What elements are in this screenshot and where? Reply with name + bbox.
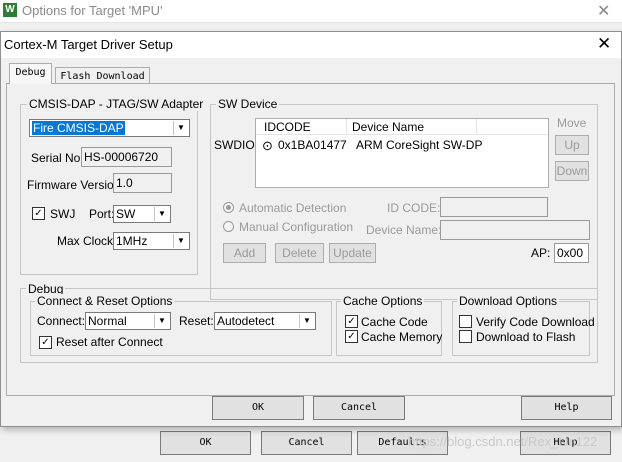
device-list-header: IDCODE Device Name (256, 119, 548, 135)
watermark: https://blog.csdn.net/Rex_Lin122 (408, 434, 598, 449)
move-down-button[interactable]: Down (555, 161, 589, 181)
move-up-button[interactable]: Up (555, 135, 589, 155)
column-header-idcode[interactable]: IDCODE (264, 119, 347, 134)
parent-title-bar: W Options for Target 'MPU' ✕ (0, 0, 622, 23)
connect-label: Connect: (37, 314, 86, 328)
verify-download-label: Verify Code Download (476, 315, 595, 329)
move-label: Move (557, 116, 587, 130)
ap-field[interactable]: 0x00 (554, 243, 589, 263)
id-code-label: ID CODE: (387, 201, 441, 215)
help-button[interactable]: Help (521, 396, 612, 420)
device-list[interactable]: IDCODE Device Name ⊙ 0x1BA01477 ARM Core… (255, 118, 549, 188)
ok-button[interactable]: OK (212, 396, 304, 420)
chevron-down-icon: ▼ (173, 121, 188, 135)
reset-label: Reset: (179, 314, 214, 328)
ap-value: 0x00 (557, 246, 584, 260)
dialog-close-icon[interactable]: ✕ (597, 34, 611, 54)
serial-value: HS-00006720 (84, 150, 159, 164)
chevron-down-icon: ▼ (154, 314, 169, 328)
delete-button[interactable]: Delete (275, 243, 324, 263)
swj-label: SWJ (50, 207, 76, 221)
port-value: SW (116, 207, 136, 221)
parent-button-bar: OK Cancel Defaults Help https://blog.csd… (0, 428, 622, 462)
maxclock-value: 1MHz (116, 234, 148, 248)
verify-download-checkbox[interactable] (459, 315, 472, 328)
column-device-name-label: Device Name (352, 120, 425, 134)
adapter-group-label: CMSIS-DAP - JTAG/SW Adapter (27, 97, 206, 111)
firmware-value: 1.0 (116, 176, 133, 190)
connect-select[interactable]: Normal ▼ (85, 312, 171, 330)
debug-tab-panel: CMSIS-DAP - JTAG/SW Adapter Fire CMSIS-D… (6, 83, 615, 396)
manual-config-label: Manual Configuration (239, 220, 354, 234)
parent-close-icon[interactable]: ✕ (597, 1, 610, 21)
ap-label: AP: (531, 246, 551, 260)
table-row[interactable]: ⊙ 0x1BA01477 ARM CoreSight SW-DP (258, 138, 546, 153)
cancel-button[interactable]: Cancel (313, 396, 405, 420)
reset-select[interactable]: Autodetect ▼ (214, 312, 316, 330)
device-name-label: Device Name: (366, 223, 442, 237)
cache-options-label: Cache Options (341, 294, 425, 308)
chevron-down-icon: ▼ (299, 314, 314, 328)
reset-after-connect-label: Reset after Connect (56, 335, 163, 349)
parent-ok-button[interactable]: OK (160, 431, 251, 455)
download-options-label: Download Options (457, 294, 560, 308)
reset-value: Autodetect (217, 314, 275, 328)
row-device-name: ARM CoreSight SW-DP (356, 138, 483, 152)
sw-device-group-label: SW Device (216, 97, 280, 111)
auto-detection-label: Automatic Detection (239, 201, 347, 215)
adapter-selected-value: Fire CMSIS-DAP (32, 121, 125, 135)
row-idcode: 0x1BA01477 (278, 138, 347, 152)
connect-value: Normal (88, 314, 127, 328)
firmware-field: 1.0 (113, 173, 172, 193)
serial-label: Serial No: (31, 151, 84, 165)
adapter-select[interactable]: Fire CMSIS-DAP ▼ (29, 119, 190, 137)
port-label: Port: (89, 207, 115, 221)
add-button[interactable]: Add (223, 243, 266, 263)
selected-row-icon: ⊙ (262, 138, 273, 153)
maxclock-label: Max Clock: (57, 234, 117, 248)
cache-memory-label: Cache Memory (361, 330, 443, 344)
device-name-field[interactable] (440, 220, 590, 240)
chevron-down-icon: ▼ (154, 207, 169, 221)
parent-cancel-button[interactable]: Cancel (261, 431, 352, 455)
download-flash-label: Download to Flash (476, 330, 576, 344)
dialog-title: Cortex-M Target Driver Setup (4, 37, 173, 52)
download-flash-checkbox[interactable] (459, 330, 472, 343)
cache-memory-checkbox[interactable]: ✓ (345, 330, 358, 343)
target-driver-dialog: Cortex-M Target Driver Setup ✕ Debug Fla… (0, 31, 622, 427)
update-button[interactable]: Update (329, 243, 376, 263)
manual-config-radio[interactable] (223, 221, 234, 232)
swdio-label: SWDIO (214, 138, 255, 152)
chevron-down-icon: ▼ (173, 234, 188, 248)
id-code-field[interactable] (440, 197, 548, 217)
parent-window-title: Options for Target 'MPU' (22, 3, 163, 18)
swj-checkbox[interactable]: ✓ (32, 207, 45, 220)
connect-reset-label: Connect & Reset Options (35, 294, 175, 308)
auto-detection-radio[interactable] (223, 202, 234, 213)
tab-debug[interactable]: Debug (9, 63, 52, 84)
app-icon: W (3, 3, 17, 17)
column-idcode-label: IDCODE (264, 120, 311, 134)
reset-after-connect-checkbox[interactable]: ✓ (39, 336, 52, 349)
cache-code-checkbox[interactable]: ✓ (345, 315, 358, 328)
maxclock-select[interactable]: 1MHz ▼ (113, 232, 190, 250)
firmware-label: Firmware Version: (27, 178, 124, 192)
column-header-device-name[interactable]: Device Name (352, 119, 477, 134)
port-select[interactable]: SW ▼ (113, 205, 171, 223)
dialog-title-bar: Cortex-M Target Driver Setup ✕ (1, 32, 621, 58)
cache-code-label: Cache Code (361, 315, 428, 329)
serial-field: HS-00006720 (81, 147, 172, 167)
